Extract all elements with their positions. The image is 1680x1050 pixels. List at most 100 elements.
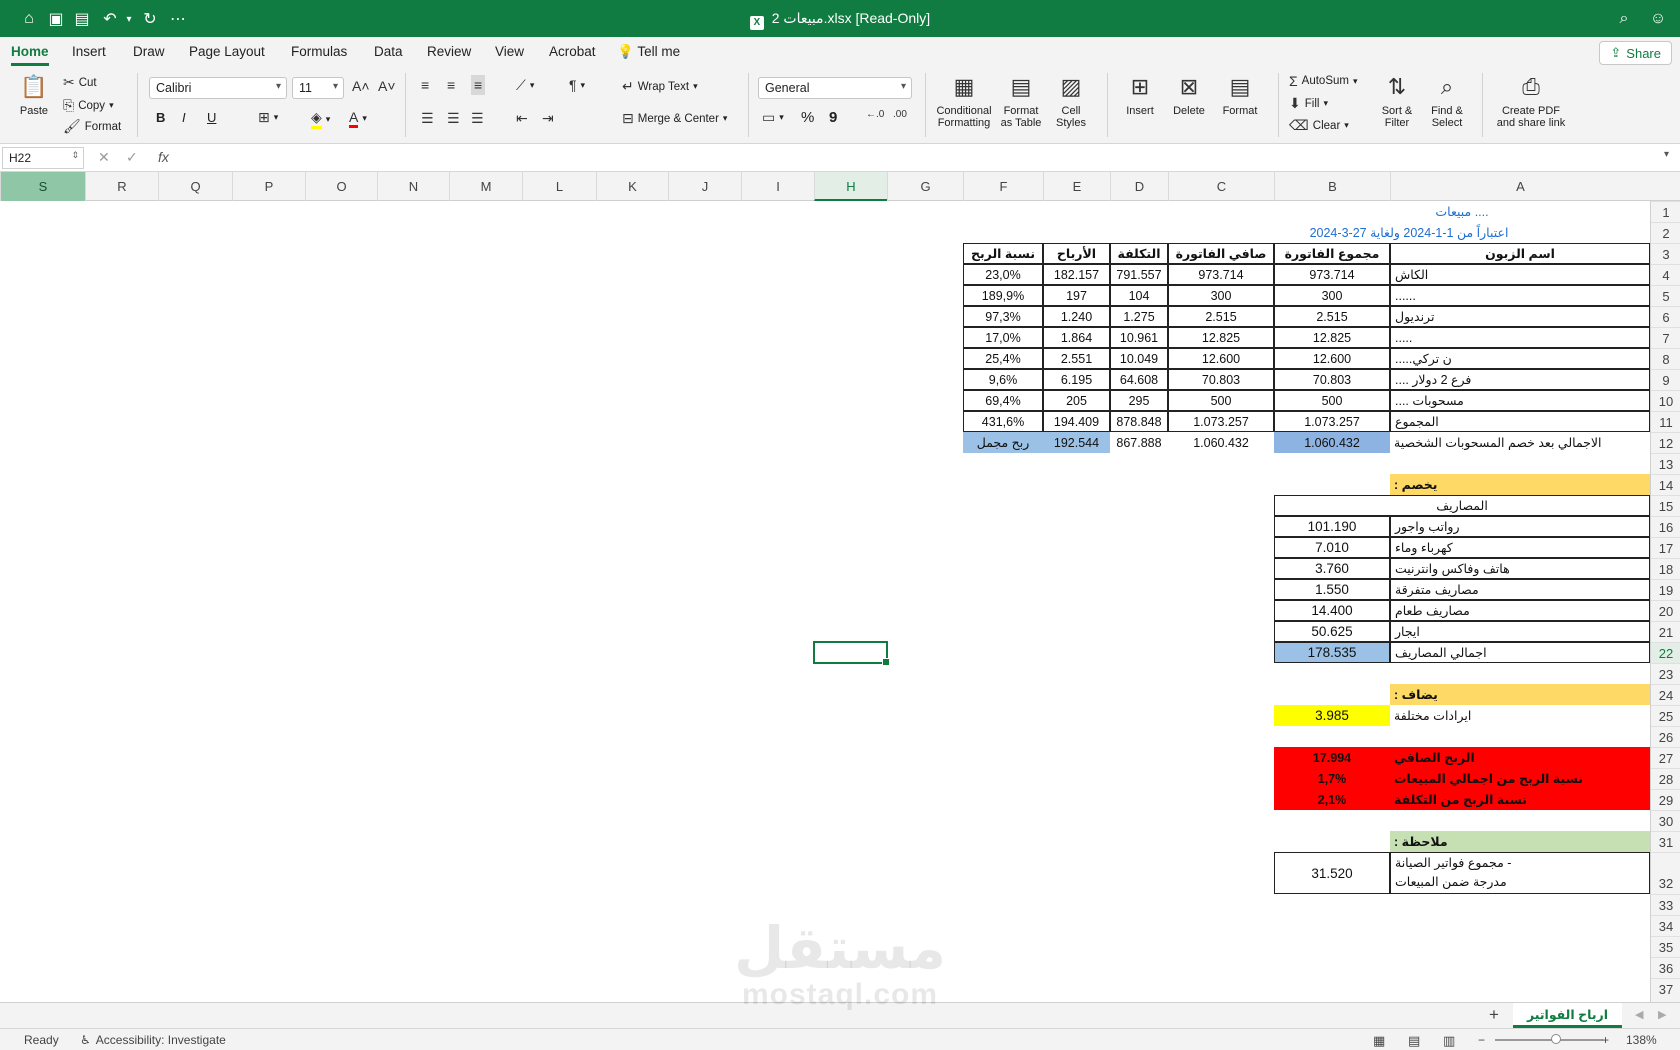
customer-name-cell[interactable]: ...... <box>1390 285 1650 306</box>
row-header-16[interactable]: 16 <box>1651 516 1680 537</box>
row-header-6[interactable]: 6 <box>1651 306 1680 327</box>
column-header-R[interactable]: R <box>85 172 158 201</box>
row-header-29[interactable]: 29 <box>1651 789 1680 810</box>
value-cell[interactable]: 104 <box>1110 285 1168 306</box>
row-header-31[interactable]: 31 <box>1651 831 1680 852</box>
orientation-button[interactable]: ⟋ ▾ <box>516 77 534 94</box>
profit-of-cost-label[interactable]: نسبة الربح من التكلفة <box>1390 789 1650 810</box>
row-header-14[interactable]: 14 <box>1651 474 1680 495</box>
note-text[interactable]: - مجموع فواتير الصيانة مدرجة ضمن المبيعات <box>1390 852 1650 894</box>
conditional-formatting-button[interactable]: ▦ Conditional Formatting <box>932 73 996 129</box>
tab-formulas[interactable]: Formulas <box>291 44 347 59</box>
misc-income-label[interactable]: ايرادات مختلفة <box>1390 705 1650 726</box>
row-header-30[interactable]: 30 <box>1651 810 1680 831</box>
font-color-button[interactable]: A ▾ <box>349 109 367 128</box>
note-value[interactable]: 31.520 <box>1274 852 1390 894</box>
fill-color-button[interactable]: ◈ ▾ <box>311 109 330 129</box>
share-button[interactable]: ⇪ Share <box>1599 41 1672 65</box>
text-direction-button[interactable]: ¶ ▾ <box>569 77 585 93</box>
expense-label[interactable]: هاتف وفاكس وانترنيت <box>1390 558 1650 579</box>
insert-function-button[interactable]: fx <box>158 149 169 165</box>
net-invoice-total[interactable]: 1.060.432 <box>1274 432 1390 453</box>
value-cell[interactable]: 2.551 <box>1043 348 1110 369</box>
align-bottom-button[interactable]: ≡ <box>471 75 486 95</box>
delete-cells-button[interactable]: ⊠ Delete <box>1166 73 1212 117</box>
value-cell[interactable]: 70.803 <box>1168 369 1274 390</box>
value-cell[interactable]: 25,4% <box>963 348 1043 369</box>
misc-income-value[interactable]: 3.985 <box>1274 705 1390 726</box>
align-middle-button[interactable]: ≡ <box>447 77 455 93</box>
row-header-36[interactable]: 36 <box>1651 957 1680 978</box>
expense-label[interactable]: كهرباء وماء <box>1390 537 1650 558</box>
expense-value[interactable]: 3.760 <box>1274 558 1390 579</box>
merge-center-button[interactable]: ⊟ Merge & Center ▾ <box>622 110 727 127</box>
italic-button[interactable]: I <box>182 110 186 125</box>
column-header-E[interactable]: E <box>1043 172 1110 201</box>
column-header-P[interactable]: P <box>232 172 305 201</box>
expand-formula-icon[interactable]: ▾ <box>1664 149 1669 160</box>
value-cell[interactable]: 69,4% <box>963 390 1043 411</box>
increase-indent-button[interactable]: ⇥ <box>542 110 554 127</box>
tab-insert[interactable]: Insert <box>72 44 106 59</box>
align-left-button[interactable]: ☰ <box>421 110 434 127</box>
fill-button[interactable]: ⬇ Fill ▾ <box>1289 95 1328 112</box>
expense-value[interactable]: 1.550 <box>1274 579 1390 600</box>
zoom-level[interactable]: 138% <box>1626 1033 1657 1047</box>
value-cell[interactable]: 295 <box>1110 390 1168 411</box>
customer-name-cell[interactable]: ..... <box>1390 327 1650 348</box>
value-cell[interactable]: 300 <box>1168 285 1274 306</box>
format-cells-button[interactable]: ▤ Format <box>1216 73 1264 117</box>
expense-label[interactable]: مصاريف متفرقة <box>1390 579 1650 600</box>
expense-value[interactable]: 50.625 <box>1274 621 1390 642</box>
tab-review[interactable]: Review <box>427 44 471 59</box>
zoom-slider-thumb[interactable] <box>1550 1034 1561 1044</box>
expense-label[interactable]: ايجار <box>1390 621 1650 642</box>
wrap-text-button[interactable]: ↵ Wrap Text ▾ <box>622 78 698 95</box>
increase-font-button[interactable]: A˄ <box>352 78 370 94</box>
number-format-select[interactable]: General ▾ <box>758 77 912 99</box>
cancel-icon[interactable]: ✕ <box>98 149 110 166</box>
expense-label[interactable]: رواتب واجور <box>1390 516 1650 537</box>
active-cell-selection[interactable] <box>813 641 890 666</box>
row-header-5[interactable]: 5 <box>1651 285 1680 306</box>
value-cell[interactable]: 431,6% <box>963 411 1043 432</box>
underline-button[interactable]: U <box>207 110 216 125</box>
format-as-table-button[interactable]: ▤ Format as Table <box>998 73 1044 129</box>
value-cell[interactable]: 878.848 <box>1110 411 1168 432</box>
accounting-format-button[interactable]: ▭ ▾ <box>762 109 784 126</box>
profit-of-sales-value[interactable]: 1,7% <box>1274 768 1390 789</box>
customer-name-cell[interactable]: فرع 2 دولار .... <box>1390 369 1650 390</box>
value-cell[interactable]: 9,6% <box>963 369 1043 390</box>
value-cell[interactable]: 97,3% <box>963 306 1043 327</box>
row-header-18[interactable]: 18 <box>1651 558 1680 579</box>
column-header-F[interactable]: F <box>963 172 1043 201</box>
zoom-in-icon[interactable]: + <box>1602 1033 1609 1047</box>
tab-view[interactable]: View <box>495 44 524 59</box>
gross-profit-label[interactable]: ربح مجمل <box>963 432 1043 453</box>
paste-button[interactable]: 📋 Paste <box>14 73 54 117</box>
net-cost[interactable]: 867.888 <box>1110 432 1168 453</box>
tab-page-layout[interactable]: Page Layout <box>189 44 265 59</box>
expense-value[interactable]: 101.190 <box>1274 516 1390 537</box>
zoom-slider[interactable] <box>1495 1039 1603 1041</box>
value-cell[interactable]: 791.557 <box>1110 264 1168 285</box>
name-box[interactable]: H22 ⇕ <box>2 147 84 169</box>
value-cell[interactable]: 2.515 <box>1168 306 1274 327</box>
row-header-11[interactable]: 11 <box>1651 411 1680 432</box>
search-icon[interactable]: ⌕ <box>1614 9 1634 29</box>
row-header-21[interactable]: 21 <box>1651 621 1680 642</box>
sheet-subtitle[interactable]: اعتباراً من 1-1-2024 ولغاية 27-3-2024 <box>1168 222 1650 243</box>
row-header-15[interactable]: 15 <box>1651 495 1680 516</box>
expenses-header[interactable]: المصاريف <box>1274 495 1650 516</box>
expenses-total-value[interactable]: 178.535 <box>1274 642 1390 663</box>
scroll-right-icon[interactable]: ▶ <box>1658 1008 1666 1021</box>
column-header-B[interactable]: B <box>1274 172 1390 201</box>
column-header-L[interactable]: L <box>522 172 596 201</box>
row-header-2[interactable]: 2 <box>1651 222 1680 243</box>
autosum-button[interactable]: Σ AutoSum ▾ <box>1289 73 1358 89</box>
scroll-left-icon[interactable]: ◀ <box>1635 1008 1643 1021</box>
value-cell[interactable]: 1.073.257 <box>1168 411 1274 432</box>
row-header-1[interactable]: 1 <box>1651 201 1680 222</box>
find-select-button[interactable]: ⌕ Find & Select <box>1424 73 1470 129</box>
profit-of-sales-label[interactable]: نسبة الربح من اجمالي المبيعات <box>1390 768 1650 789</box>
